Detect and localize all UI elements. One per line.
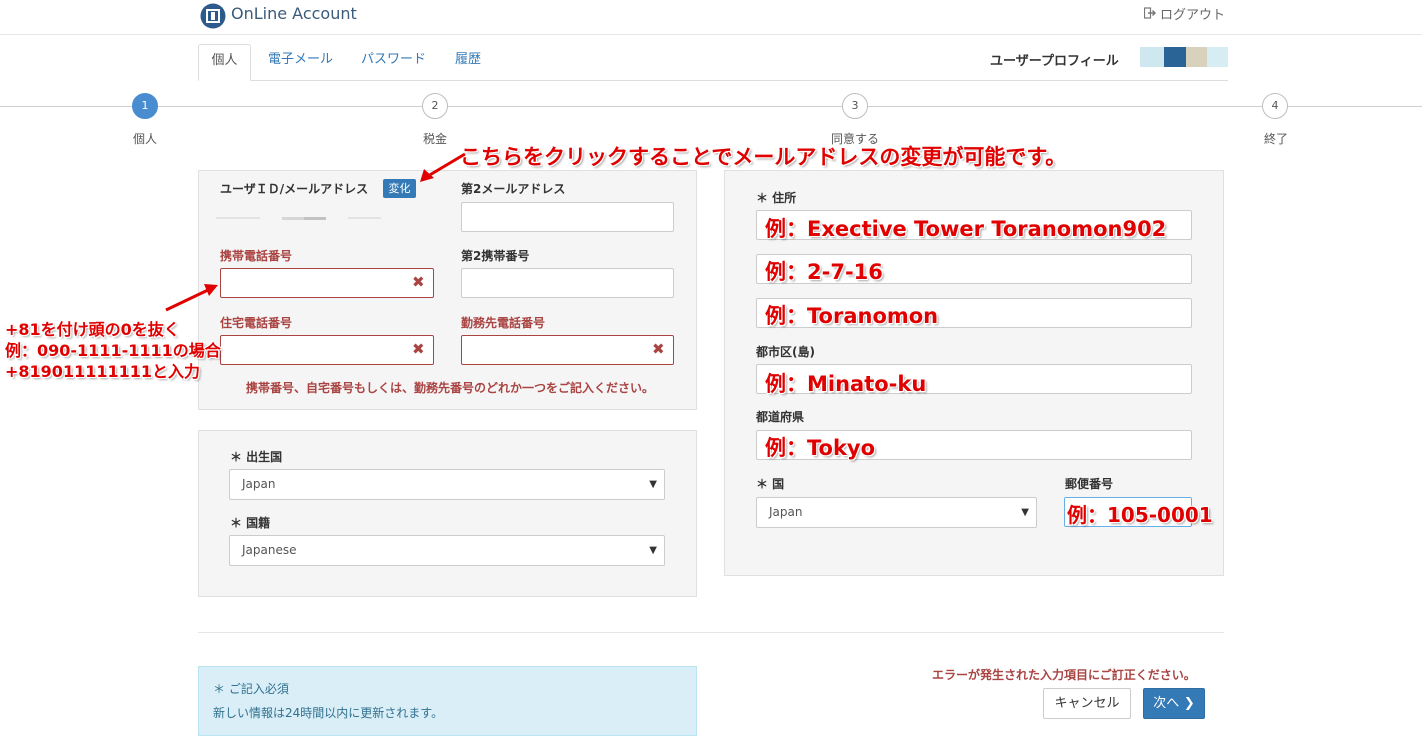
postal-label: 郵便番号 [1065, 477, 1114, 491]
work-phone-input[interactable] [461, 335, 674, 365]
step-1-label: 個人 [132, 132, 157, 146]
birth-country-value: Japan [242, 477, 276, 491]
step-4-label: 終了 [1263, 132, 1288, 146]
step-4-circle: 4 [1262, 93, 1288, 119]
cancel-button[interactable]: キャンセル [1043, 688, 1131, 719]
work-phone-label: 勤務先電話番号 [461, 316, 546, 330]
profile-completion-bar [1140, 47, 1228, 67]
user-id-dash [348, 217, 381, 219]
logout-icon[interactable] [1144, 7, 1156, 19]
postal-input[interactable]: 例：105-0001 [1064, 497, 1213, 527]
annotation-arrow-icon [420, 152, 466, 182]
prefecture-example: 例：Tokyo [765, 436, 876, 460]
city-label: 都市区(島) [756, 345, 815, 359]
required-note: ＊ ご記入必須 [213, 682, 289, 696]
address-line2-input[interactable]: 例：2-7-16 [756, 254, 1192, 284]
caret-down-icon: ▼ [649, 479, 657, 490]
prefecture-input[interactable]: 例：Tokyo [756, 430, 1192, 460]
user-id-dash [216, 217, 260, 219]
error-x-icon: ✖ [412, 340, 425, 358]
birth-country-select[interactable]: Japan ▼ [229, 469, 665, 500]
profile-label: ユーザープロフィール [990, 54, 1119, 69]
notice-box: ＊ ご記入必須 新しい情報は24時間以内に更新されます。 [198, 666, 697, 736]
home-phone-input[interactable] [220, 335, 434, 365]
city-input[interactable]: 例：Minato-ku [756, 364, 1192, 396]
phone-error-text: 携帯番号、自宅番号もしくは、勤務先番号のどれか一つをご記入ください。 [246, 381, 655, 395]
email2-label: 第2メールアドレス [461, 182, 566, 196]
address-line1-input[interactable]: 例：Exective Tower Toranomon902 [756, 210, 1192, 241]
nationality-value: Japanese [242, 543, 297, 557]
profile-bar-segment [1207, 47, 1228, 67]
profile-bar-segment [1140, 47, 1164, 67]
tab-personal[interactable]: 個人 [198, 44, 251, 81]
error-x-icon: ✖ [412, 273, 425, 291]
logo-icon [200, 3, 226, 29]
profile-bar-segment [1164, 47, 1186, 67]
error-x-icon: ✖ [652, 340, 665, 358]
tab-email[interactable]: 電子メール [255, 44, 346, 80]
tab-password[interactable]: パスワード [348, 44, 439, 80]
step-1-circle: 1 [132, 93, 158, 119]
step-2-circle: 2 [422, 93, 448, 119]
prefecture-label: 都道府県 [756, 410, 805, 424]
form-error-message: エラーが発生された入力項目にご訂正ください。 [932, 668, 1196, 682]
update-note: 新しい情報は24時間以内に更新されます。 [213, 706, 444, 720]
footer-divider [198, 632, 1224, 633]
annotation-arrow-icon [165, 284, 218, 312]
next-button[interactable]: 次へ ❯ [1143, 688, 1205, 719]
mobile2-input[interactable] [461, 268, 674, 298]
country-value: Japan [769, 505, 803, 519]
phone-hint-line3: +819011111111と入力 [5, 362, 201, 381]
next-button-label: 次へ [1153, 696, 1180, 711]
step-3-circle: 3 [842, 93, 868, 119]
address-line3-input[interactable]: 例：Toranomon [756, 298, 1192, 328]
logout-link[interactable]: ログアウト [1160, 4, 1225, 23]
address-label: ＊ 住所 [756, 191, 797, 205]
app-title: OnLine Account [231, 4, 357, 23]
mobile2-label: 第2携帯番号 [461, 249, 530, 263]
postal-example: 例：105-0001 [1067, 503, 1213, 527]
stepper-line [0, 106, 1422, 107]
nationality-label: ＊ 国籍 [230, 516, 271, 530]
city-example: 例：Minato-ku [765, 372, 927, 396]
mobile-label: 携帯電話番号 [220, 249, 293, 263]
user-id-dash [304, 217, 326, 220]
birth-country-label: ＊ 出生国 [230, 450, 283, 464]
country-label: ＊ 国 [756, 477, 785, 491]
address-line1-example: 例：Exective Tower Toranomon902 [765, 217, 1167, 241]
mobile-input[interactable] [220, 268, 434, 298]
user-id-label: ユーザＩＤ/メールアドレス [220, 182, 369, 196]
change-hint-annotation: こちらをクリックすることでメールアドレスの変更が可能です。 [460, 145, 1067, 169]
caret-down-icon: ▼ [1021, 507, 1029, 518]
profile-bar-segment [1186, 47, 1207, 67]
email2-input[interactable] [461, 202, 674, 232]
address-line3-example: 例：Toranomon [765, 304, 939, 328]
country-select[interactable]: Japan ▼ [756, 497, 1037, 528]
home-phone-label: 住宅電話番号 [220, 316, 293, 330]
address-line2-example: 例：2-7-16 [765, 260, 883, 284]
caret-down-icon: ▼ [649, 545, 657, 556]
chevron-right-icon: ❯ [1179, 696, 1195, 711]
nationality-select[interactable]: Japanese ▼ [229, 535, 665, 566]
tab-history[interactable]: 履歴 [442, 44, 494, 80]
